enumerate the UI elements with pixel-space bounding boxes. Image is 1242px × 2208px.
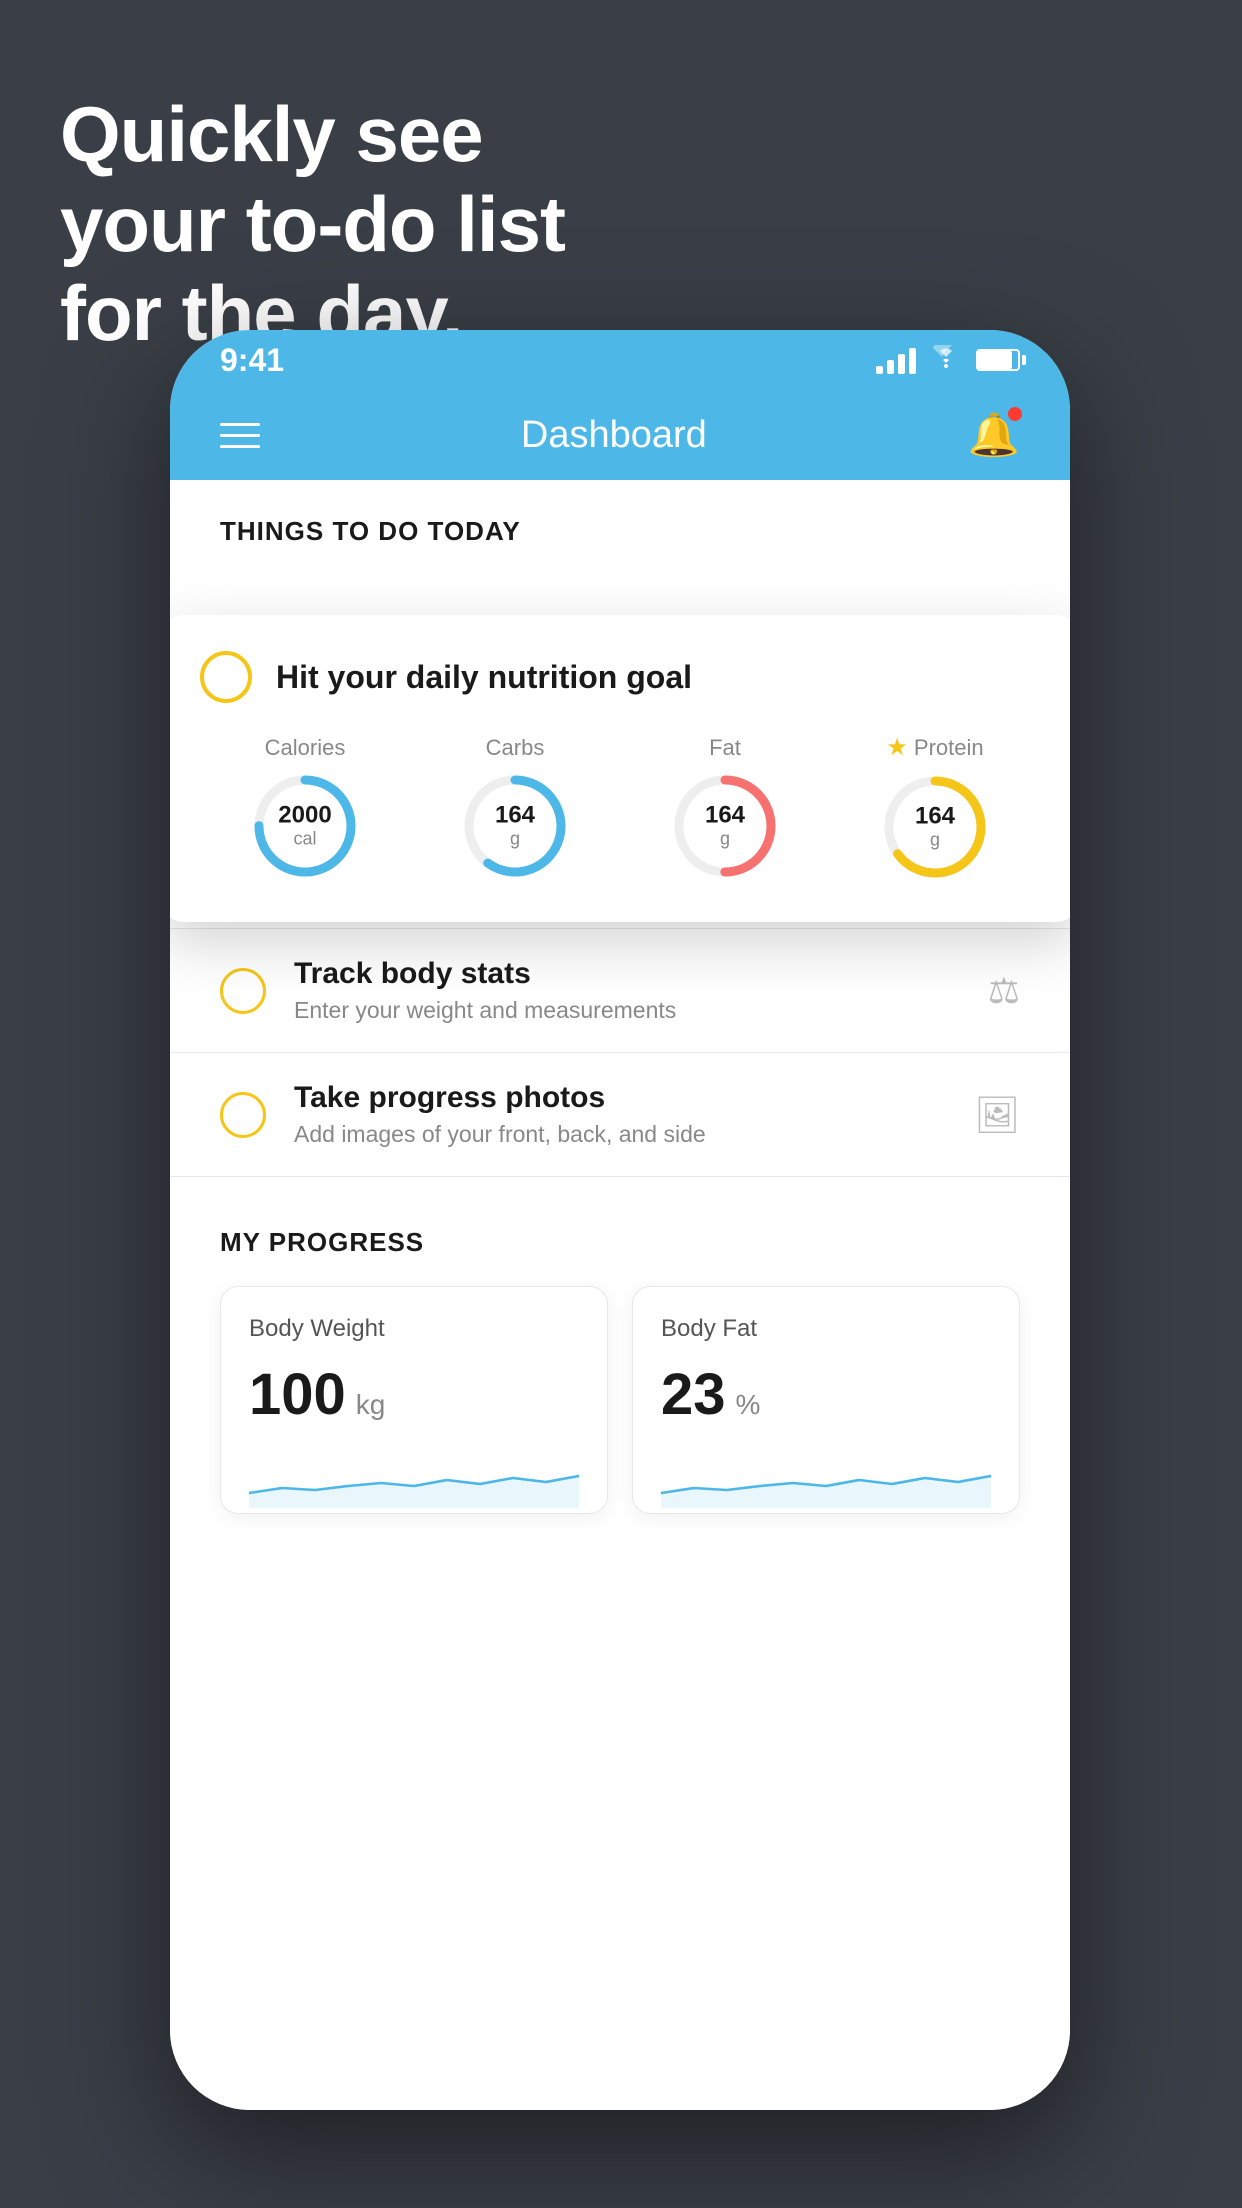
phone-frame: 9:41 Dashb (170, 330, 1070, 2110)
status-icons (876, 344, 1020, 376)
nutrition-item-fat: Fat 164 g (670, 735, 780, 881)
headline-line1: Quickly see (60, 90, 483, 178)
phone-content: THINGS TO DO TODAY Hit your daily nutrit… (170, 480, 1070, 2110)
wifi-icon (930, 344, 962, 376)
nutrition-check-circle (200, 651, 252, 703)
todo-check-circle (220, 1092, 266, 1138)
headline-line2: your to-do list (60, 180, 565, 268)
menu-button[interactable] (220, 423, 260, 448)
progress-cards: Body Weight 100 kg Body Fat 23 % (220, 1286, 1020, 1514)
notification-badge (1008, 407, 1022, 421)
progress-header: MY PROGRESS (220, 1227, 1020, 1258)
todo-text: Track body stats Enter your weight and m… (294, 957, 960, 1024)
todo-item[interactable]: Take progress photos Add images of your … (170, 1053, 1070, 1177)
app-title: Dashboard (521, 414, 707, 457)
nutrition-circles: Calories 2000 cal Carbs 164 g Fat 164 g … (200, 733, 1040, 882)
mini-chart (249, 1448, 579, 1508)
donut-carbs: 164 g (460, 771, 570, 881)
signal-bars-icon (876, 346, 916, 374)
page-headline: Quickly see your to-do list for the day. (60, 90, 565, 359)
todo-right-icon: ⚖ (988, 970, 1020, 1012)
nutrition-goal-title: Hit your daily nutrition goal (276, 659, 692, 696)
donut-calories: 2000 cal (250, 771, 360, 881)
status-bar: 9:41 (170, 330, 1070, 390)
progress-card[interactable]: Body Fat 23 % (632, 1286, 1020, 1514)
todo-check-circle (220, 968, 266, 1014)
progress-card-value: 100 kg (249, 1361, 579, 1428)
star-icon: ★ (886, 733, 908, 762)
progress-card-title: Body Fat (661, 1315, 991, 1343)
battery-icon (976, 349, 1020, 371)
mini-chart (661, 1448, 991, 1508)
progress-card-value: 23 % (661, 1361, 991, 1428)
todo-right-icon: 🖼 (974, 1094, 1020, 1136)
notification-button[interactable]: 🔔 (968, 411, 1020, 460)
nutrition-goal-row: Hit your daily nutrition goal (200, 651, 1040, 703)
progress-card[interactable]: Body Weight 100 kg (220, 1286, 608, 1514)
nutrition-item-protein: ★Protein 164 g (880, 733, 990, 882)
nutrition-item-calories: Calories 2000 cal (250, 735, 360, 881)
nutrition-item-carbs: Carbs 164 g (460, 735, 570, 881)
donut-fat: 164 g (670, 771, 780, 881)
app-header: Dashboard 🔔 (170, 390, 1070, 480)
things-to-do-header: THINGS TO DO TODAY (170, 480, 1070, 565)
donut-protein: 164 g (880, 772, 990, 882)
todo-text: Take progress photos Add images of your … (294, 1081, 946, 1148)
todo-item[interactable]: Track body stats Enter your weight and m… (170, 929, 1070, 1053)
progress-card-title: Body Weight (249, 1315, 579, 1343)
nutrition-card: Hit your daily nutrition goal Calories 2… (170, 615, 1070, 922)
status-time: 9:41 (220, 342, 284, 379)
progress-section: MY PROGRESS Body Weight 100 kg Body Fat … (170, 1177, 1070, 1514)
